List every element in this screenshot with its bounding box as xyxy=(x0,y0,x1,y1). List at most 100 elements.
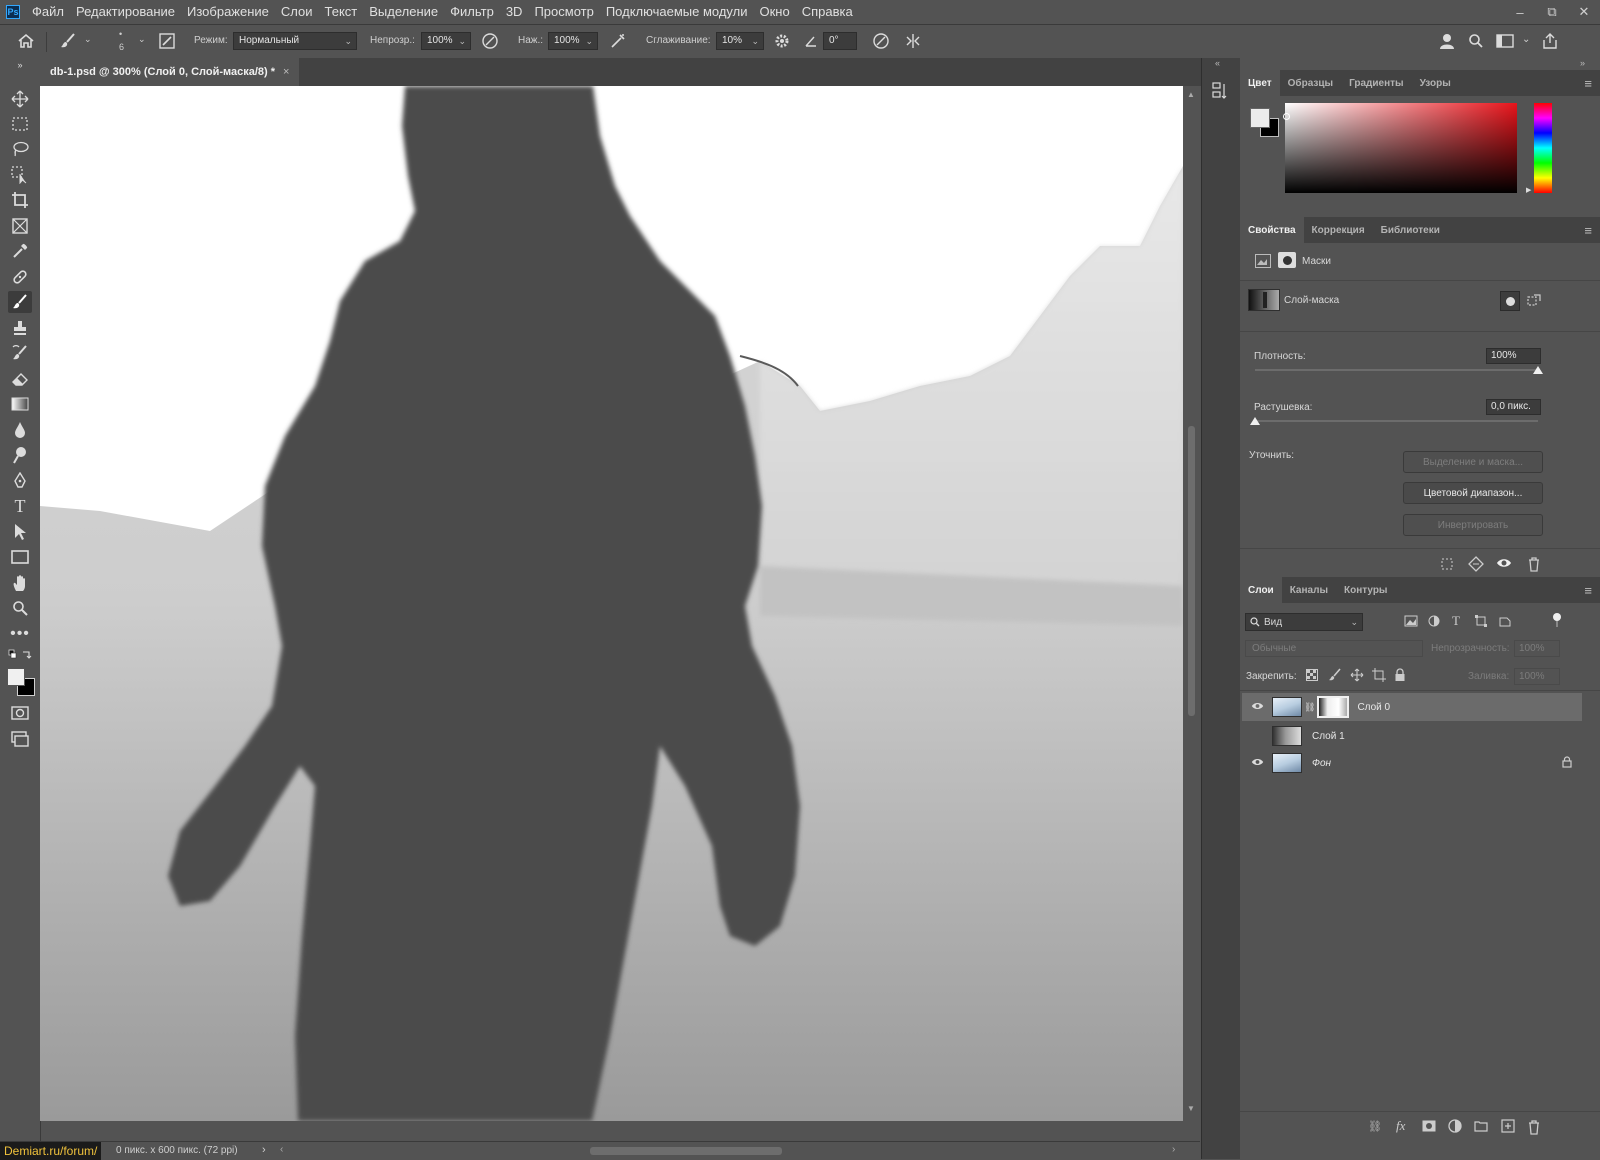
layer-opacity-input[interactable]: 100% xyxy=(1514,640,1560,657)
color-range-button[interactable]: Цветовой диапазон... xyxy=(1403,482,1543,504)
workspace-caret-icon[interactable]: ⌄ xyxy=(1522,34,1530,45)
brush-size[interactable]: 6 xyxy=(119,42,124,52)
filter-shape-icon[interactable] xyxy=(1475,615,1487,630)
group-folder-icon[interactable] xyxy=(1474,1120,1488,1135)
feather-slider[interactable] xyxy=(1250,417,1538,425)
search-icon[interactable] xyxy=(1466,31,1486,51)
tab-patterns[interactable]: Узоры xyxy=(1412,70,1459,96)
hue-slider[interactable]: ▶ xyxy=(1526,103,1552,194)
healing-brush-tool-icon[interactable] xyxy=(8,266,32,288)
eye-icon[interactable] xyxy=(1496,556,1512,573)
more-tools-icon[interactable]: ••• xyxy=(8,623,32,645)
hand-tool-icon[interactable] xyxy=(8,572,32,594)
menu-file[interactable]: Файл xyxy=(26,0,70,24)
pen-tool-icon[interactable] xyxy=(8,470,32,492)
scroll-up-icon[interactable]: ▲ xyxy=(1187,90,1195,99)
opacity-input[interactable]: 100% ⌄ xyxy=(421,32,471,50)
gradient-tool-icon[interactable] xyxy=(8,393,32,415)
foreground-color-swatch[interactable] xyxy=(7,668,25,686)
tab-gradients[interactable]: Градиенты xyxy=(1341,70,1412,96)
expand-panels-icon[interactable]: « xyxy=(1215,58,1220,68)
tab-adjustments[interactable]: Коррекция xyxy=(1304,217,1373,243)
menu-3d[interactable]: 3D xyxy=(500,0,529,24)
filter-pixel-icon[interactable] xyxy=(1404,615,1418,630)
menu-plugins[interactable]: Подключаемые модули xyxy=(600,0,754,24)
lock-all-icon[interactable] xyxy=(1394,668,1406,685)
frame-tool-icon[interactable] xyxy=(8,215,32,237)
visibility-off-box[interactable] xyxy=(1248,730,1266,743)
share-icon[interactable] xyxy=(1540,31,1560,51)
angle-input[interactable]: 0° xyxy=(823,32,857,50)
eyedropper-tool-icon[interactable] xyxy=(8,240,32,262)
symmetry-icon[interactable] xyxy=(903,31,923,51)
brush-tool-icon[interactable] xyxy=(8,291,32,313)
apply-mask-icon[interactable] xyxy=(1526,293,1542,312)
menu-help[interactable]: Справка xyxy=(796,0,859,24)
link-layers-icon[interactable]: ⛓ xyxy=(1368,1120,1382,1133)
user-icon[interactable] xyxy=(1438,31,1458,51)
menu-select[interactable]: Выделение xyxy=(363,0,444,24)
apply-mask-footer-icon[interactable] xyxy=(1468,556,1484,575)
density-slider[interactable] xyxy=(1255,366,1543,374)
tab-color[interactable]: Цвет xyxy=(1240,70,1280,96)
load-selection-icon[interactable] xyxy=(1440,557,1454,574)
history-panel-icon[interactable] xyxy=(1211,80,1231,102)
history-brush-tool-icon[interactable] xyxy=(8,342,32,364)
scroll-left-icon[interactable]: ‹ xyxy=(280,1144,283,1155)
type-tool-icon[interactable]: T xyxy=(8,495,32,517)
adjustment-layer-icon[interactable] xyxy=(1448,1119,1462,1136)
feather-slider-handle[interactable] xyxy=(1250,417,1260,425)
vertical-scroll-thumb[interactable] xyxy=(1188,426,1195,716)
layer-row[interactable]: Фон xyxy=(1242,750,1582,776)
scroll-down-icon[interactable]: ▼ xyxy=(1187,1104,1195,1113)
workspace-icon[interactable] xyxy=(1495,31,1515,51)
new-layer-icon[interactable] xyxy=(1501,1119,1515,1136)
filter-smart-object-icon[interactable] xyxy=(1499,615,1511,630)
trash-icon[interactable] xyxy=(1527,1119,1541,1138)
airbrush-icon[interactable] xyxy=(608,31,628,51)
add-mask-icon[interactable] xyxy=(1422,1120,1436,1135)
minimize-button[interactable]: – xyxy=(1504,0,1536,24)
close-button[interactable]: ✕ xyxy=(1568,0,1600,24)
hue-slider-marker-icon[interactable]: ▶ xyxy=(1526,186,1531,194)
pressure-opacity-icon[interactable] xyxy=(480,31,500,51)
trash-icon[interactable] xyxy=(1527,556,1541,575)
gear-icon[interactable] xyxy=(772,31,792,51)
invert-button[interactable]: Инвертировать xyxy=(1403,514,1543,536)
tab-channels[interactable]: Каналы xyxy=(1282,577,1336,603)
marquee-tool-icon[interactable] xyxy=(8,113,32,135)
brush-picker-caret-icon[interactable]: ⌄ xyxy=(138,34,146,45)
lock-pixels-icon[interactable] xyxy=(1328,668,1342,685)
menu-window[interactable]: Окно xyxy=(753,0,795,24)
brush-tool-icon[interactable] xyxy=(58,31,78,51)
tab-paths[interactable]: Контуры xyxy=(1336,577,1395,603)
layer-row[interactable]: ⛓ Слой 0 xyxy=(1242,693,1582,721)
move-tool-icon[interactable] xyxy=(8,88,32,110)
color-panel-swatches[interactable] xyxy=(1250,108,1280,138)
color-panel-foreground-swatch[interactable] xyxy=(1250,108,1270,128)
status-menu-arrow-icon[interactable]: › xyxy=(262,1144,266,1156)
menu-image[interactable]: Изображение xyxy=(181,0,275,24)
tab-layers[interactable]: Слои xyxy=(1240,577,1282,603)
lock-artboard-icon[interactable] xyxy=(1372,668,1386,685)
preset-caret-icon[interactable]: ⌄ xyxy=(84,34,92,45)
brush-settings-icon[interactable] xyxy=(157,31,177,51)
panel-menu-icon[interactable]: ≡ xyxy=(1584,76,1592,91)
lasso-tool-icon[interactable] xyxy=(8,138,32,160)
blend-mode-select[interactable]: Обычные xyxy=(1245,640,1423,657)
canvas[interactable] xyxy=(40,86,1183,1121)
restore-button[interactable]: ⧉ xyxy=(1536,0,1568,24)
color-picker-marker-icon[interactable] xyxy=(1283,113,1290,120)
select-mask-icon[interactable] xyxy=(1500,291,1520,311)
crop-tool-icon[interactable] xyxy=(8,189,32,211)
color-swatches[interactable] xyxy=(5,666,35,696)
object-select-tool-icon[interactable] xyxy=(8,164,32,186)
default-colors-icon[interactable] xyxy=(8,648,32,662)
horizontal-scroll-thumb[interactable] xyxy=(590,1147,782,1155)
zoom-tool-icon[interactable] xyxy=(8,597,32,619)
eraser-tool-icon[interactable] xyxy=(8,368,32,390)
screen-mode-icon[interactable] xyxy=(8,728,32,750)
pressure-input[interactable]: 100% ⌄ xyxy=(548,32,598,50)
layer-mask-icon[interactable] xyxy=(1278,252,1296,268)
vertical-scrollbar[interactable]: ▲ ▼ xyxy=(1183,86,1200,1121)
